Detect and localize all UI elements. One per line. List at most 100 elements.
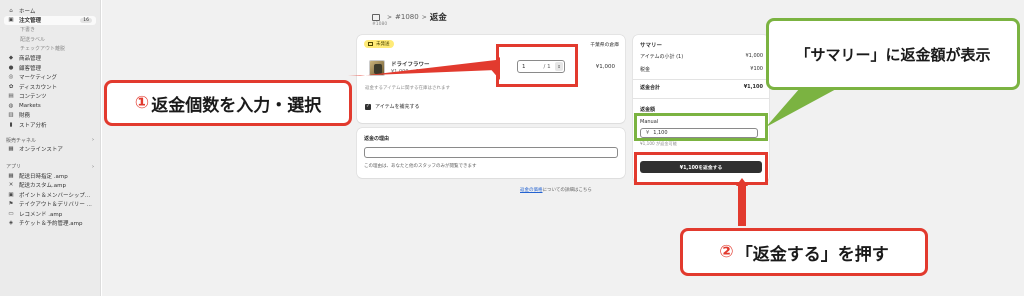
sidebar-item-label: ホーム xyxy=(19,8,36,15)
store-icon: ▦ xyxy=(8,146,14,153)
summary-row-tax: 税金 ¥100 xyxy=(640,66,763,73)
summary-callout-text: 「サマリー」に返金額が表示 xyxy=(795,45,991,64)
status-badge-label: 未発送 xyxy=(376,42,390,47)
globe-icon: ◍ xyxy=(8,102,14,109)
summary-row-value: ¥100 xyxy=(750,66,763,72)
summary-title: サマリー xyxy=(640,43,663,49)
sidebar-item-home[interactable]: ⌂ ホーム xyxy=(0,6,100,16)
sidebar-item-shipping-labels[interactable]: 配送ラベル xyxy=(0,35,100,45)
checkmark-icon: ✓ xyxy=(365,103,371,110)
summary-row-label: 返金合計 xyxy=(640,85,661,91)
app-icon: ✕ xyxy=(8,182,14,189)
sidebar-app-delivery-date[interactable]: ▦ 配送日時指定 .amp xyxy=(0,171,100,181)
breadcrumb-separator: > xyxy=(421,13,427,21)
sidebar-item-content[interactable]: ▤ コンテンツ xyxy=(0,92,100,102)
sidebar-item-abandoned-checkouts[interactable]: チェックアウト離脱 xyxy=(0,44,100,54)
step1-callout: ① 返金個数を入力・選択 xyxy=(104,80,352,126)
restock-note: 返金するアイテムに関する在庫はされます xyxy=(365,86,451,91)
tag-icon: ◆ xyxy=(8,55,14,62)
chart-icon: ▮ xyxy=(9,121,13,128)
refund-items-card: 未発送 千葉県の倉庫 ドライフラワー ¥1,000 × 1 1 / 1 ⇕ ¥1… xyxy=(357,35,625,123)
bank-icon: ▥ xyxy=(8,112,14,119)
section-label: アプリ xyxy=(6,164,22,170)
sidebar-app-recommend[interactable]: ▭ レコメンド .amp xyxy=(0,209,100,219)
sales-channels-section[interactable]: 販売チャネル › xyxy=(0,136,100,145)
section-label: 販売チャネル xyxy=(6,137,36,144)
content-icon: ▤ xyxy=(8,93,14,100)
summary-row-label: 税金 xyxy=(640,67,651,73)
app-icon: ▭ xyxy=(8,210,14,217)
sidebar-item-customers[interactable]: ● 顧客管理 xyxy=(0,63,100,73)
divider xyxy=(633,79,769,80)
summary-callout: 「サマリー」に返金額が表示 xyxy=(766,18,1020,90)
package-icon xyxy=(368,42,373,46)
step2-text: 「返金する」を押す xyxy=(735,244,889,265)
sidebar-item-analytics[interactable]: ▮ ストア分析 xyxy=(0,120,100,130)
product-thumbnail xyxy=(369,60,385,76)
refund-amount-label: 返金額 xyxy=(640,107,656,113)
orders-icon[interactable] xyxy=(372,13,380,21)
available-note: ¥1,100 が返金可能 xyxy=(640,141,677,146)
apps-section[interactable]: アプリ › xyxy=(0,162,100,171)
sidebar-item-markets[interactable]: ◍ Markets xyxy=(0,101,100,111)
sidebar-app-points[interactable]: ▣ ポイント＆メンバーシップ... xyxy=(0,190,100,200)
reason-label: 返金の理由 xyxy=(364,136,390,142)
sidebar-item-label: テイクアウト＆デリバリー ... xyxy=(19,202,92,209)
person-icon: ● xyxy=(8,64,14,71)
restock-checkbox[interactable]: ✓ アイテムを補充する xyxy=(365,103,420,110)
policy-note: 返金の価格についての詳細はこちら xyxy=(520,187,592,193)
sidebar-item-label: 商品管理 xyxy=(19,56,42,63)
summary-row-value: ¥1,000 xyxy=(745,53,764,59)
sidebar-item-finance[interactable]: ▥ 財務 xyxy=(0,111,100,121)
app-icon: ▦ xyxy=(8,172,14,179)
policy-link[interactable]: 返金の価格 xyxy=(520,188,543,193)
location-label: 千葉県の倉庫 xyxy=(590,43,619,48)
step1-text: 返金個数を入力・選択 xyxy=(151,95,322,116)
sidebar-app-tickets[interactable]: ◈ チケット＆予約管理.amp xyxy=(0,219,100,229)
sidebar-item-products[interactable]: ◆ 商品管理 xyxy=(0,54,100,64)
discount-icon: ✿ xyxy=(8,83,14,90)
summary-row-value: ¥1,100 xyxy=(743,84,763,90)
restock-label: アイテムを補充する xyxy=(375,104,420,110)
step1-number: ① xyxy=(134,93,150,113)
home-icon: ⌂ xyxy=(9,7,13,14)
sidebar-item-label: 顧客管理 xyxy=(19,65,42,72)
refund-reason-card: 返金の理由 この理由は、あなたと他のスタッフのみが閲覧できます xyxy=(357,128,625,178)
sidebar-item-drafts[interactable]: 下書き xyxy=(0,25,100,35)
sidebar-item-label: 注文管理 xyxy=(19,18,42,25)
step2-highlight-box xyxy=(634,152,768,185)
sidebar-item-orders[interactable]: ▣ 注文管理 16 xyxy=(4,15,96,25)
step2-number: ② xyxy=(719,242,734,262)
app-icon: ⚑ xyxy=(8,201,14,208)
policy-text: についての詳細はこちら xyxy=(542,188,592,193)
order-subtitle: #1080 xyxy=(372,22,388,27)
chevron-right-icon: › xyxy=(92,163,94,170)
chevron-right-icon: › xyxy=(92,137,94,143)
breadcrumb-order-link[interactable]: #1080 xyxy=(395,13,419,21)
summary-row-subtotal: アイテムの小計 (1) ¥1,000 xyxy=(640,53,763,60)
target-icon: ◎ xyxy=(8,74,14,81)
sidebar-item-label: オンラインストア xyxy=(19,147,63,154)
sidebar-app-delivery-custom[interactable]: ✕ 配送カスタム.amp xyxy=(0,181,100,191)
sidebar-item-label: ストア分析 xyxy=(19,122,47,129)
product-name[interactable]: ドライフラワー xyxy=(391,60,430,68)
product-price: ¥1,000 × 1 xyxy=(391,69,420,75)
sidebar-item-marketing[interactable]: ◎ マーケティング xyxy=(0,73,100,83)
orders-count-badge: 16 xyxy=(80,17,92,23)
sidebar-item-label: 配送カスタム.amp xyxy=(19,183,66,190)
line-total: ¥1,000 xyxy=(595,64,615,70)
sidebar-item-label: レコメンド .amp xyxy=(19,211,63,218)
step1-highlight-box xyxy=(496,44,578,87)
step2-callout: ② 「返金する」を押す xyxy=(680,228,928,276)
app-icon: ▣ xyxy=(8,191,14,198)
sidebar-item-online-store[interactable]: ▦ オンラインストア xyxy=(0,145,100,155)
sidebar: ⌂ ホーム ▣ 注文管理 16 下書き 配送ラベル チェックアウト離脱 ◆ 商品管理 ●… xyxy=(0,0,101,296)
sidebar-item-label: チケット＆予約管理.amp xyxy=(19,221,83,228)
summary-row-total: 返金合計 ¥1,100 xyxy=(640,84,763,91)
sidebar-item-discounts[interactable]: ✿ ディスカウント xyxy=(0,82,100,92)
sidebar-app-takeout[interactable]: ⚑ テイクアウト＆デリバリー ... xyxy=(0,200,100,210)
sidebar-item-label: Markets xyxy=(19,102,41,109)
summary-row-label: アイテムの小計 (1) xyxy=(640,54,684,60)
reason-input[interactable] xyxy=(364,147,618,158)
bottom-strip xyxy=(0,296,1024,300)
